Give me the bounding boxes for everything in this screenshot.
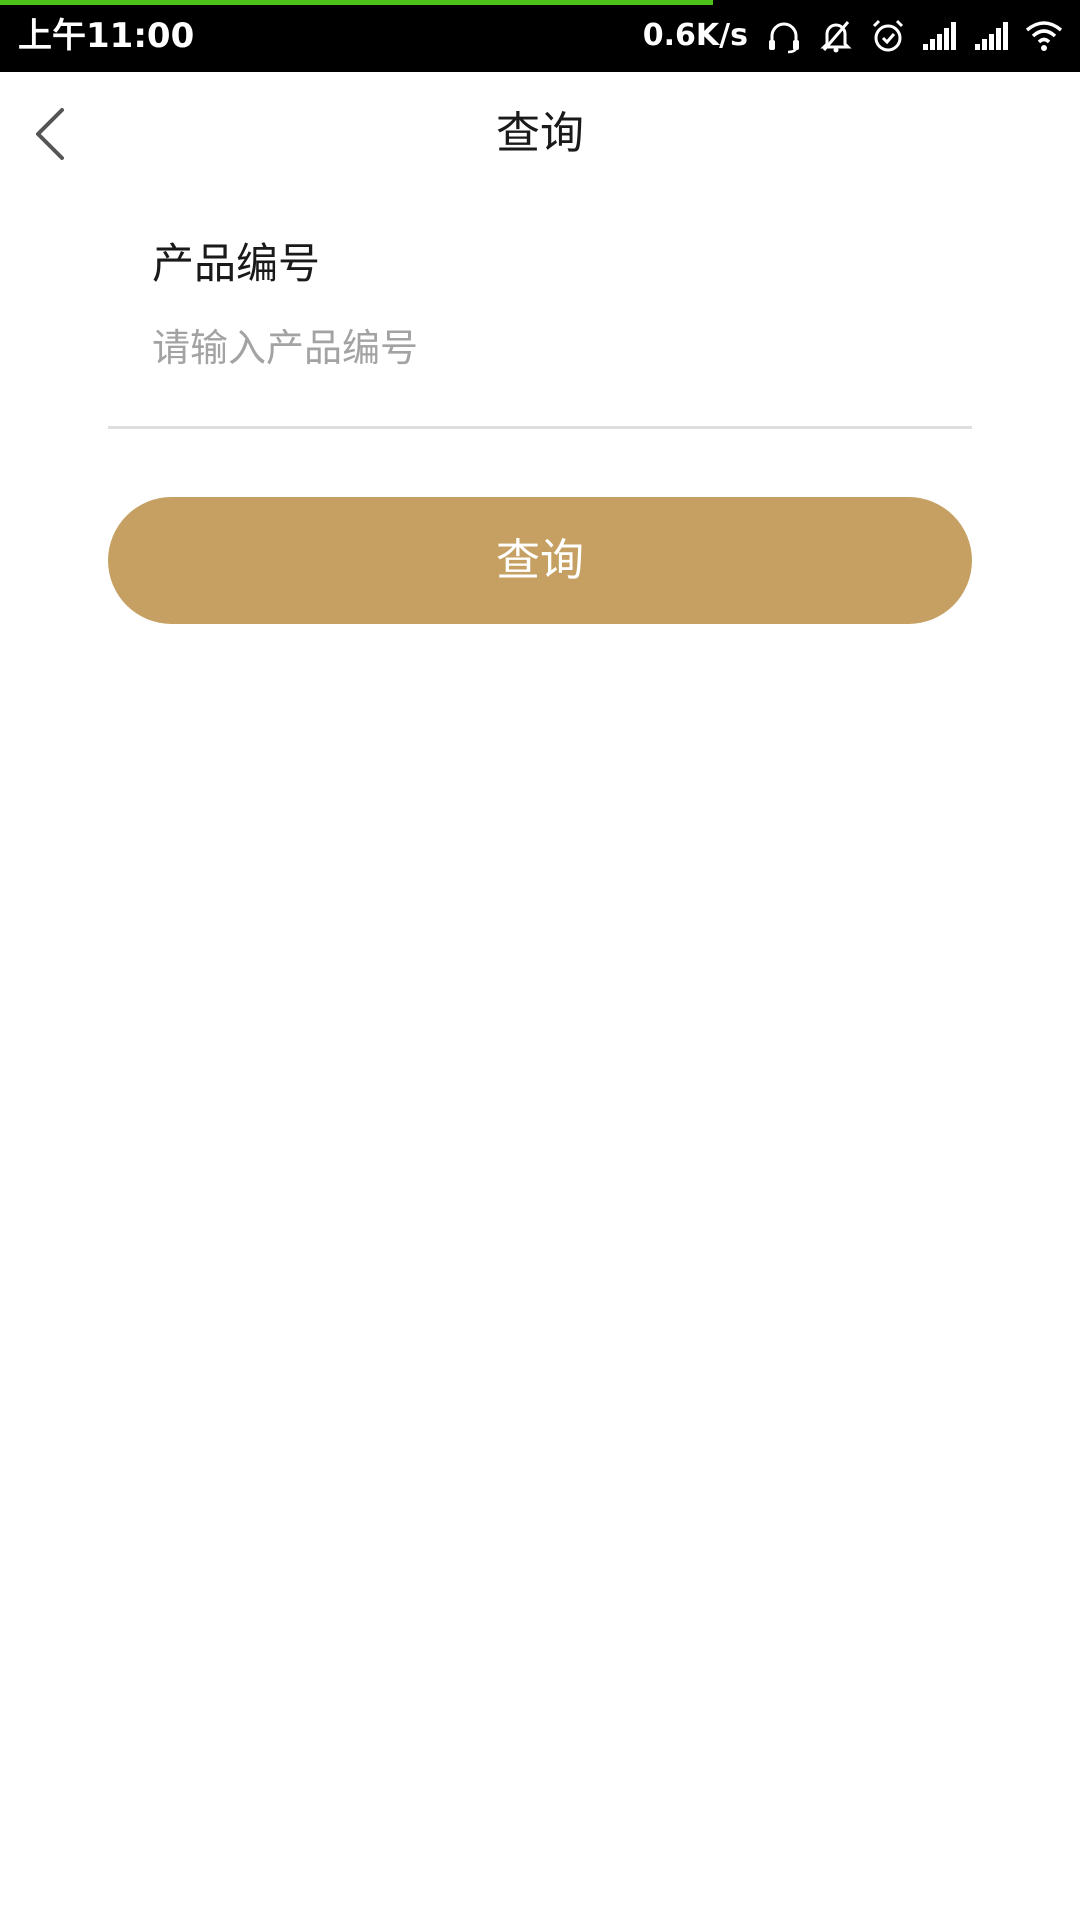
alarm-clock-icon (868, 16, 908, 56)
page-title: 查询 (496, 108, 584, 159)
signal-icon (920, 16, 960, 56)
bell-muted-icon (816, 16, 856, 56)
input-divider (108, 426, 972, 429)
product-number-label: 产品编号 (152, 239, 321, 288)
signal-icon (972, 16, 1012, 56)
wifi-icon (1024, 16, 1064, 56)
status-bar: 上午11:00 0.6K/s (0, 0, 1080, 72)
status-icons: 0.6K/s (643, 14, 1064, 58)
status-time: 上午11:00 (18, 16, 195, 56)
nav-bar: 查询 (0, 72, 1080, 196)
network-speed: 0.6K/s (642, 18, 748, 53)
query-button[interactable]: 查询 (108, 497, 972, 624)
product-number-input[interactable] (152, 318, 952, 378)
page-load-progress-bar (0, 0, 713, 5)
headset-icon (764, 16, 804, 56)
